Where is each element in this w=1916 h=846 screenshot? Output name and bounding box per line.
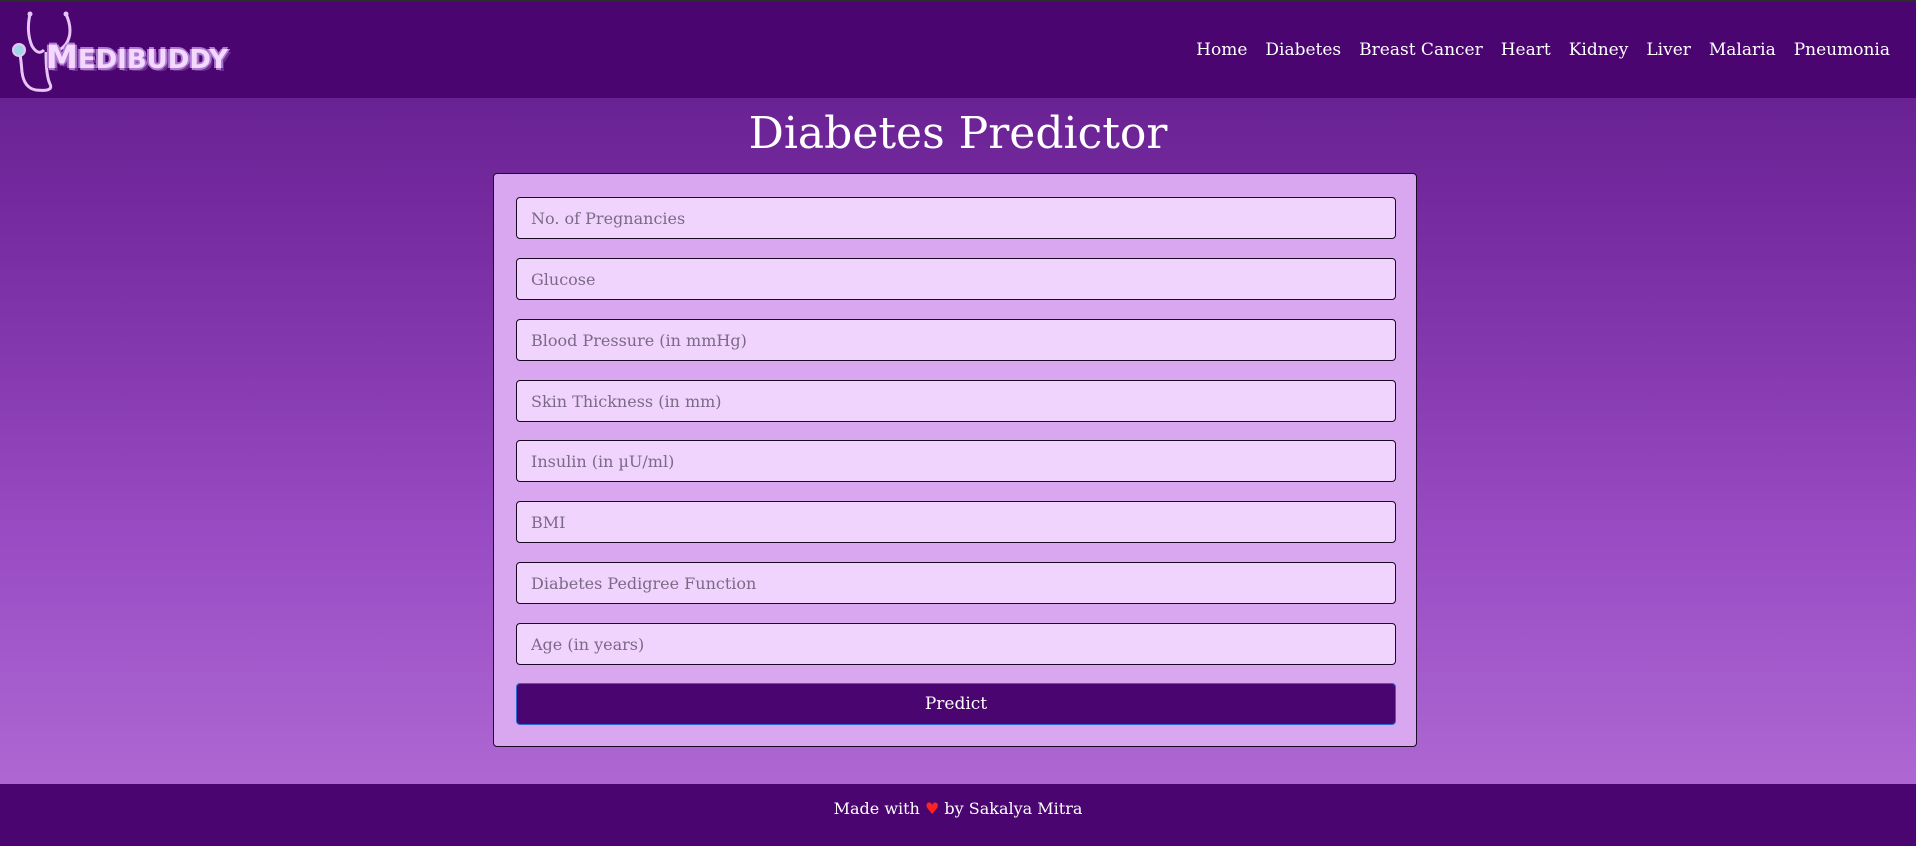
nav-diabetes[interactable]: Diabetes [1265,40,1341,60]
nav-breast-cancer[interactable]: Breast Cancer [1359,40,1483,60]
pregnancies-input[interactable] [516,197,1396,239]
nav-liver[interactable]: Liver [1646,40,1691,60]
age-input[interactable] [516,623,1396,665]
glucose-input[interactable] [516,258,1396,300]
bmi-input[interactable] [516,501,1396,543]
predict-button[interactable]: Predict [516,683,1396,725]
nav-malaria[interactable]: Malaria [1709,40,1776,60]
nav-home[interactable]: Home [1196,40,1247,60]
nav-pneumonia[interactable]: Pneumonia [1794,40,1890,60]
footer: Made with ♥ by Sakalya Mitra [0,784,1916,846]
nav-heart[interactable]: Heart [1501,40,1551,60]
pedigree-function-input[interactable] [516,562,1396,604]
brand-logo[interactable]: MEDIBUDDY [10,10,230,94]
insulin-input[interactable] [516,440,1396,482]
page-title: Diabetes Predictor [748,108,1168,159]
brand-wordmark: MEDIBUDDY [46,38,228,76]
main-nav: Home Diabetes Breast Cancer Heart Kidney… [1196,40,1890,60]
blood-pressure-input[interactable] [516,319,1396,361]
footer-prefix: Made with [833,799,920,818]
navbar: MEDIBUDDY Home Diabetes Breast Cancer He… [0,2,1916,98]
skin-thickness-input[interactable] [516,380,1396,422]
predictor-form: Predict [493,173,1417,747]
footer-author: by Sakalya Mitra [944,799,1083,818]
heart-icon: ♥ [924,799,940,818]
nav-kidney[interactable]: Kidney [1569,40,1629,60]
